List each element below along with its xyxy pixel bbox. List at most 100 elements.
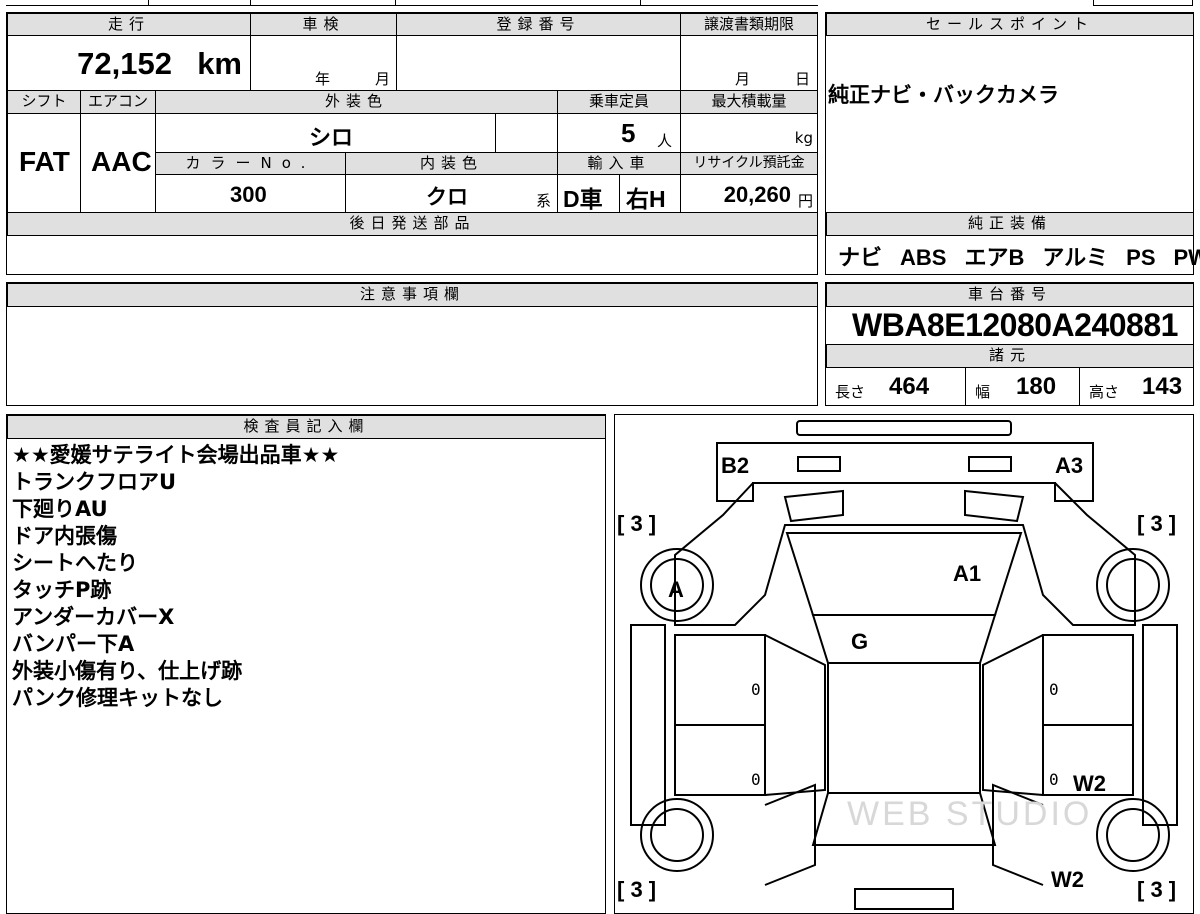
mark-w2-upper: W2: [1073, 771, 1106, 796]
notes-header: 注意事項欄: [7, 283, 818, 307]
load-unit: kg: [795, 129, 813, 147]
width-cell: 幅 180: [965, 367, 1080, 406]
capacity-unit: 人: [657, 130, 672, 151]
sales-point-text: 純正ナビ・バックカメラ: [828, 79, 1059, 109]
wheel-rear-right-inner: [1107, 809, 1159, 861]
windshield: [787, 533, 1021, 615]
mirror-right: [965, 491, 1023, 521]
registration-header: 登録番号: [396, 13, 681, 36]
transfer-deadline-cell: 月 日: [680, 35, 818, 91]
equipment-item: エアB: [964, 240, 1024, 272]
import-header: 輸入車: [557, 152, 681, 175]
wheel-rear-left-inner: [651, 809, 703, 861]
height-value: 143: [1142, 373, 1182, 401]
cabin: [828, 663, 980, 793]
mileage-value: 72,152: [77, 46, 172, 82]
mileage-header: 走行: [7, 13, 251, 36]
equipment-item: PS: [1126, 245, 1155, 271]
exterior-color-header: 外装色: [155, 90, 558, 114]
roof: [813, 615, 995, 663]
import-type-value: D車: [563, 180, 603, 214]
top-strip: [0, 0, 1200, 8]
inspector-note-line: パンク修理キットなし: [12, 685, 339, 712]
mileage-unit: km: [197, 46, 242, 82]
headlight-left: [798, 457, 840, 471]
left-skirt: [631, 625, 665, 825]
interior-suffix: 系: [536, 190, 551, 211]
shift-cell: FAT: [7, 113, 81, 213]
tread-front-right: [ 3 ]: [1137, 511, 1176, 536]
width-label: 幅: [975, 381, 990, 402]
mileage-cell: 72,152 km: [7, 35, 251, 91]
headlight-right: [969, 457, 1011, 471]
exterior-color-value: シロ: [309, 120, 353, 152]
registration-cell: [396, 35, 681, 91]
equipment-list: ナビABSエアBアルミPSPW: [838, 240, 1188, 272]
year-unit: 年: [315, 68, 330, 89]
sales-point-panel: セールスポイント 純正ナビ・バックカメラ 純正装備 ナビABSエアBアルミPSP…: [825, 12, 1194, 275]
inspector-note-line: 下廻りAU: [12, 496, 339, 523]
equipment-item: ABS: [900, 245, 946, 271]
equipment-item: アルミ: [1042, 240, 1108, 272]
inspector-header: 検査員記入欄: [7, 415, 606, 439]
import-type-cell: D車: [557, 174, 620, 213]
chassis-header: 車台番号: [826, 283, 1194, 307]
capacity-header: 乗車定員: [557, 90, 681, 114]
tread-rear-left: [ 3 ]: [617, 877, 656, 902]
inspector-note-line: ★★愛媛サテライト会場出品車★★: [12, 442, 339, 469]
wheel-front-right-inner: [1107, 559, 1159, 611]
mark-g: G: [851, 629, 868, 654]
yen-unit: 円: [798, 190, 813, 211]
right-skirt: [1143, 625, 1177, 825]
inspector-note-line: シートへたり: [12, 550, 339, 577]
tread-rear-right: [ 3 ]: [1137, 877, 1176, 902]
zero-left-lower: 0: [751, 770, 761, 789]
mark-w2-lower: W2: [1051, 867, 1084, 892]
inspector-note-line: 外装小傷有り、仕上げ跡: [12, 658, 339, 685]
car-diagram: B2 A3 A1 A G W2 W2 0 0 0 0 [ 3 ] [ 3 ] […: [615, 415, 1194, 914]
exterior-color-extra-cell: [495, 113, 558, 153]
height-label: 高さ: [1089, 381, 1119, 402]
car-diagram-panel: B2 A3 A1 A G W2 W2 0 0 0 0 [ 3 ] [ 3 ] […: [614, 414, 1194, 914]
body-outline: [675, 483, 1135, 625]
deadline-day: 日: [795, 68, 810, 89]
specs-header: 諸元: [826, 344, 1194, 368]
vehicle-info-table: 走行 車検 登録番号 譲渡書類期限 72,152 km 年 月 月 日 シフト …: [6, 12, 818, 275]
chassis-number: WBA8E12080A240881: [852, 307, 1178, 344]
zero-right-lower: 0: [1049, 770, 1059, 789]
exterior-color-cell: シロ: [155, 113, 496, 153]
height-cell: 高さ 143: [1079, 367, 1194, 406]
steering-cell: 右H: [619, 174, 681, 213]
zero-left-upper: 0: [751, 680, 761, 699]
sales-point-header: セールスポイント: [826, 13, 1194, 36]
max-load-header: 最大積載量: [680, 90, 818, 114]
aircon-cell: AAC: [80, 113, 156, 213]
color-no-value: 300: [230, 182, 267, 208]
inspector-note-line: ドア内張傷: [12, 523, 339, 550]
tread-front-left: [ 3 ]: [617, 511, 656, 536]
right-door-sill: [983, 635, 1043, 795]
inspector-note-line: アンダーカバーX: [12, 604, 339, 631]
color-no-cell: 300: [155, 174, 346, 213]
equipment-item: ナビ: [838, 240, 882, 272]
length-label: 長さ: [835, 381, 865, 402]
recycle-cell: 20,260 円: [680, 174, 818, 213]
equipment-item: PW: [1174, 245, 1200, 271]
max-load-cell: kg: [680, 113, 818, 153]
later-parts-cell: [7, 235, 818, 275]
mark-a3: A3: [1055, 453, 1083, 478]
interior-color-cell: クロ 系: [345, 174, 558, 213]
capacity-cell: 5 人: [557, 113, 681, 153]
watermark: WEB STUDIO: [847, 795, 1092, 833]
left-rear-quarter: [765, 785, 815, 885]
inspection-header: 車検: [250, 13, 397, 36]
left-door-sill: [765, 635, 825, 795]
rear-bumper-bar: [855, 889, 953, 909]
length-value: 464: [889, 373, 929, 401]
month-unit: 月: [375, 68, 390, 89]
recycle-header: リサイクル預託金: [680, 152, 818, 175]
recycle-value: 20,260: [724, 182, 791, 208]
aircon-value: AAC: [91, 146, 152, 178]
hood-outline: [717, 443, 1093, 501]
length-cell: 長さ 464: [826, 367, 966, 406]
